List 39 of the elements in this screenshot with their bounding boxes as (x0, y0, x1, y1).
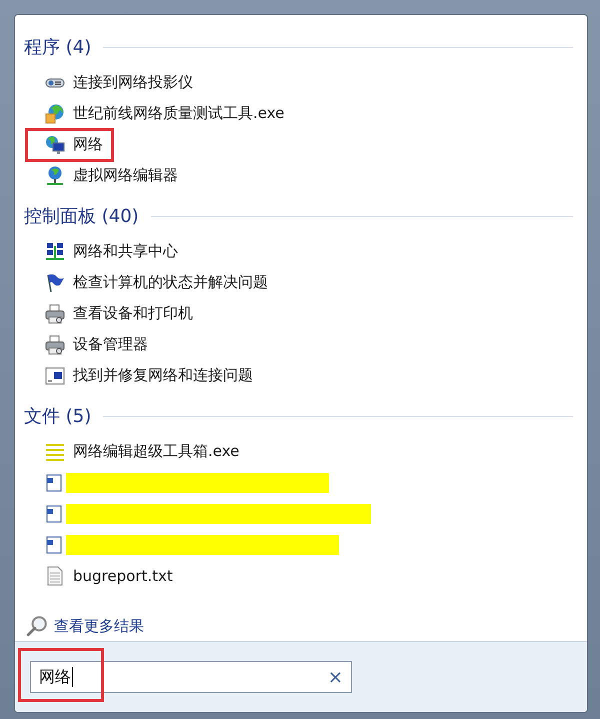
flag-icon (45, 272, 65, 292)
item-label: 找到并修复网络和连接问题 (73, 366, 253, 385)
result-item[interactable]: 设备管理器 (28, 330, 154, 358)
item-label: 网络 (73, 135, 103, 154)
globe-icon (45, 166, 65, 186)
printer-icon (45, 334, 65, 354)
item-label: 查看设备和打印机 (73, 304, 193, 323)
result-item[interactable]: 网络和共享中心 (28, 238, 184, 266)
result-item[interactable]: 检查计算机的状态并解决问题 (28, 268, 274, 296)
item-label: 设备管理器 (73, 335, 148, 354)
section-heading: 控制面板 (40) (24, 205, 139, 228)
list-icon (45, 442, 65, 462)
item-label: 网络编辑超级工具箱.exe (73, 442, 240, 461)
section-heading: 文件 (5) (24, 405, 92, 428)
window-icon (45, 366, 65, 386)
result-item[interactable]: 找到并修复网络和连接问题 (28, 362, 259, 390)
result-item[interactable]: 网络编辑超级工具箱.exe (28, 438, 246, 466)
item-label: 世纪前线网络质量测试工具.exe (73, 104, 284, 123)
item-label: 网络和共享中心 (73, 242, 178, 261)
clear-button[interactable]: × (328, 666, 343, 688)
section-heading: 程序 (4) (24, 36, 92, 59)
network-sharing-icon (45, 242, 65, 262)
more-results-link[interactable]: 查看更多结果 (26, 615, 144, 637)
search-field[interactable]: 网络 × (30, 661, 352, 693)
result-item[interactable]: 网络 (28, 130, 111, 158)
printer-icon (45, 304, 65, 324)
item-label: 检查计算机的状态并解决问题 (73, 273, 268, 292)
item-label: 连接到网络投影仪 (73, 73, 193, 92)
result-item[interactable]: bugreport.txt (28, 562, 179, 590)
result-item[interactable]: 虚拟网络编辑器 (28, 162, 184, 190)
item-label: bugreport.txt (73, 566, 173, 584)
item-label: 虚拟网络编辑器 (73, 166, 178, 185)
globe-icon (45, 104, 65, 124)
result-item[interactable]: 查看设备和打印机 (28, 300, 199, 328)
result-item[interactable]: 世纪前线网络质量测试工具.exe (28, 100, 290, 128)
search-icon (26, 615, 48, 637)
result-item[interactable]: 连接到网络投影仪 (28, 68, 199, 96)
network-icon (45, 134, 65, 154)
text-file-icon (45, 566, 65, 586)
